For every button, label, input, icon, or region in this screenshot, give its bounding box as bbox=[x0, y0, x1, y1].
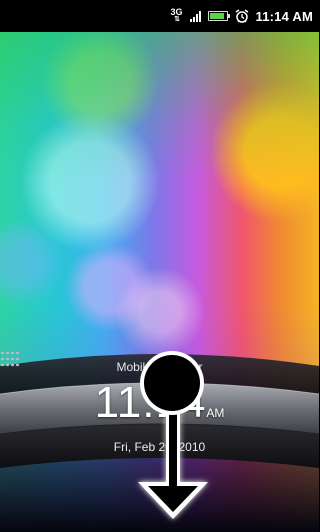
unlock-handle[interactable] bbox=[140, 351, 204, 415]
unlock-control[interactable] bbox=[0, 0, 319, 532]
